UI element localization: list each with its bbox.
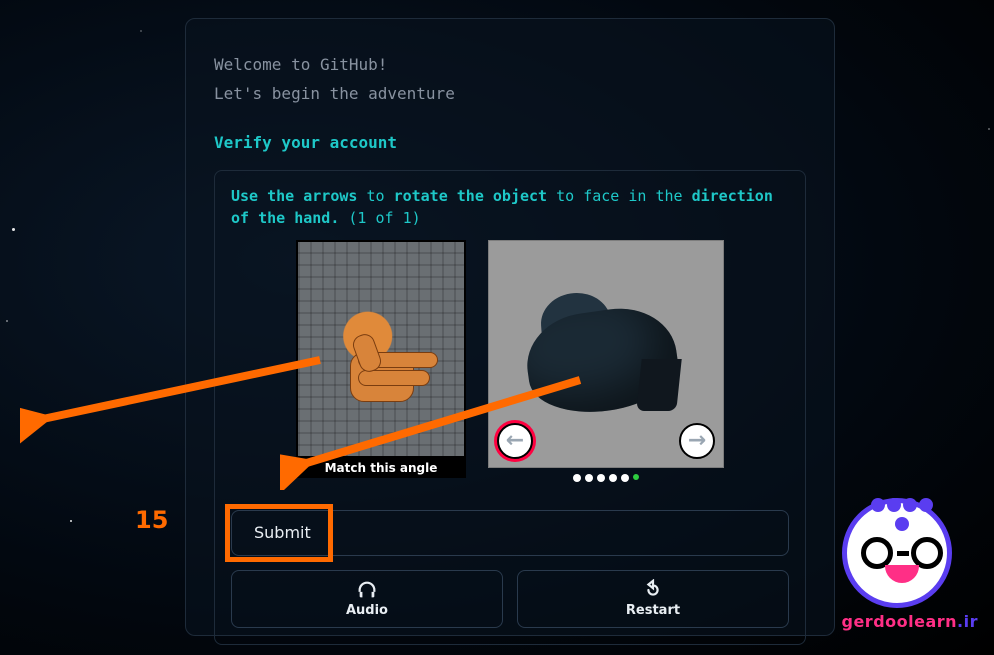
object-image: ← → [488,240,724,468]
dot [585,474,593,482]
brand-text: gerdoolearn.ir [842,612,979,631]
captcha-prompt: Use the arrows to rotate the object to f… [231,185,789,230]
prompt-bold-2: rotate the object [394,187,548,205]
restart-button[interactable]: Restart [517,570,789,628]
object-image-wrap: ← → [488,240,724,482]
intro-line-1: Welcome to GitHub! [214,51,806,80]
progress-dots [573,474,639,482]
restart-label: Restart [626,603,680,618]
headphones-icon [356,579,378,601]
reference-image-wrap: Match this angle [296,240,466,482]
dot [621,474,629,482]
captcha-box: Use the arrows to rotate the object to f… [214,170,806,645]
prompt-bold-1: Use the arrows [231,187,357,205]
rotate-left-button[interactable]: ← [497,423,533,459]
rotate-right-button[interactable]: → [679,423,715,459]
restart-icon [642,579,664,601]
reference-caption: Match this angle [296,458,466,478]
brand-logo: gerdoolearn.ir [842,498,979,631]
audio-label: Audio [346,603,388,618]
dot-active [633,474,639,480]
audio-button[interactable]: Audio [231,570,503,628]
prompt-count: (1 of 1) [339,209,420,227]
signup-panel: Welcome to GitHub! Let's begin the adven… [185,18,835,636]
verify-heading: Verify your account [214,133,806,152]
arrow-left-icon: ← [506,428,524,453]
arrow-right-icon: → [688,428,706,453]
annotation-step-number: 15 [135,506,168,534]
dot [573,474,581,482]
dot [597,474,605,482]
submit-button[interactable]: Submit [231,510,789,556]
dot [609,474,617,482]
intro-line-2: Let's begin the adventure [214,80,806,109]
brand-mascot [842,498,952,608]
reference-image [296,240,466,458]
